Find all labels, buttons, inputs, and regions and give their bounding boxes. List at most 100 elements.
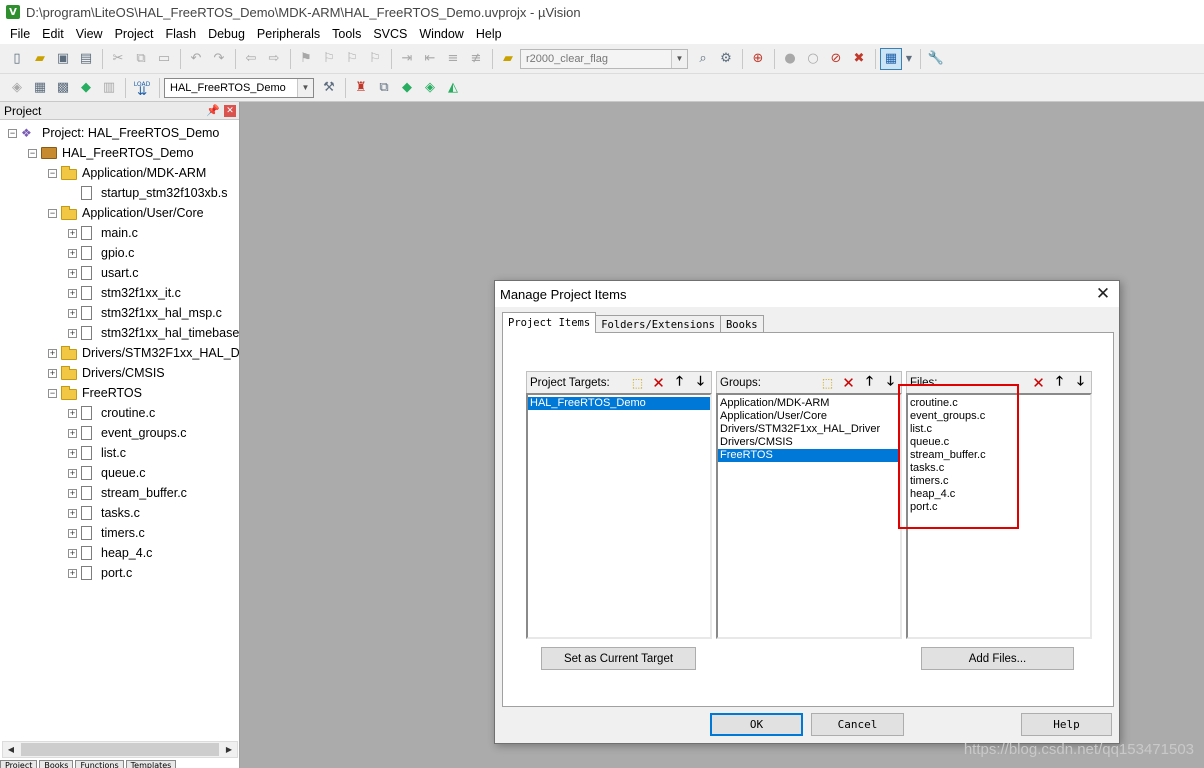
incremental-find-icon[interactable]: ⚙ — [715, 48, 737, 70]
manage-project-items-icon[interactable]: ♜ — [350, 77, 372, 99]
prev-bookmark-icon[interactable]: ⚐ — [318, 48, 340, 70]
chevron-down-icon[interactable]: ▼ — [671, 49, 687, 68]
horizontal-scrollbar[interactable]: ◀ ▶ — [2, 741, 238, 758]
manage-runtime-icon[interactable]: ◆ — [396, 77, 418, 99]
copy-icon[interactable]: ⧉ — [130, 48, 152, 70]
move-down-icon[interactable]: 🡓 — [1070, 373, 1091, 392]
indent-icon[interactable]: ⇥ — [396, 48, 418, 70]
move-down-icon[interactable]: 🡓 — [690, 373, 711, 392]
start-debug-icon[interactable]: ⊕ — [747, 48, 769, 70]
close-icon[interactable]: ✕ — [1093, 284, 1113, 304]
tree-item[interactable]: + tasks.c — [68, 503, 140, 523]
file-list-item[interactable]: heap_4.c — [908, 488, 1090, 501]
menu-help[interactable]: Help — [470, 24, 508, 44]
target-list-item[interactable]: HAL_FreeRTOS_Demo — [528, 397, 710, 410]
group-list-item[interactable]: Application/MDK-ARM — [718, 397, 900, 410]
collapse-icon[interactable]: − — [48, 208, 57, 218]
expand-icon[interactable]: + — [68, 228, 77, 238]
move-up-icon[interactable]: 🡑 — [1049, 373, 1070, 392]
batch-build-icon[interactable]: ◆ — [75, 77, 97, 99]
comment-icon[interactable]: ≡ — [442, 48, 464, 70]
tree-item[interactable]: + list.c — [68, 443, 126, 463]
pack-installer-icon[interactable]: ◈ — [419, 77, 441, 99]
tab-project[interactable]: Project — [0, 760, 38, 768]
cut-icon[interactable]: ✂ — [107, 48, 129, 70]
tree-item[interactable]: + port.c — [68, 563, 132, 583]
tab-templates[interactable]: Templates — [125, 760, 177, 768]
select-packs-icon[interactable]: ⧉ — [373, 77, 395, 99]
delete-icon[interactable]: ✕ — [1028, 373, 1049, 392]
menu-window[interactable]: Window — [413, 24, 469, 44]
tree-item[interactable]: + gpio.c — [68, 243, 134, 263]
new-item-icon[interactable]: ⬚ — [627, 373, 648, 392]
navigate-forward-icon[interactable]: ⇨ — [263, 48, 285, 70]
scroll-left-icon[interactable]: ◀ — [3, 742, 19, 757]
delete-icon[interactable]: ✕ — [838, 373, 859, 392]
move-up-icon[interactable]: 🡑 — [859, 373, 880, 392]
expand-icon[interactable]: + — [68, 548, 77, 558]
unindent-icon[interactable]: ⇤ — [419, 48, 441, 70]
group-list-item[interactable]: Drivers/STM32F1xx_HAL_Driver — [718, 423, 900, 436]
expand-icon[interactable]: + — [68, 288, 77, 298]
tree-item[interactable]: + timers.c — [68, 523, 145, 543]
open-file-icon[interactable]: ▰ — [29, 48, 51, 70]
expand-icon[interactable]: + — [68, 508, 77, 518]
file-list-item[interactable]: event_groups.c — [908, 410, 1090, 423]
move-down-icon[interactable]: 🡓 — [880, 373, 901, 392]
uncomment-icon[interactable]: ≢ — [465, 48, 487, 70]
tree-item[interactable]: − FreeRTOS — [48, 383, 142, 403]
expand-icon[interactable]: + — [68, 468, 77, 478]
tree-item[interactable]: + stm32f1xx_hal_timebase_ — [68, 323, 239, 343]
menu-file[interactable]: File — [4, 24, 36, 44]
cancel-button[interactable]: Cancel — [811, 713, 904, 736]
save-all-icon[interactable]: ▤ — [75, 48, 97, 70]
menu-flash[interactable]: Flash — [159, 24, 202, 44]
menu-tools[interactable]: Tools — [326, 24, 367, 44]
new-item-icon[interactable]: ⬚ — [817, 373, 838, 392]
groups-list[interactable]: Application/MDK-ARM Application/User/Core… — [716, 393, 902, 639]
tree-item[interactable]: + stm32f1xx_hal_msp.c — [68, 303, 222, 323]
menu-edit[interactable]: Edit — [36, 24, 70, 44]
tab-functions[interactable]: Functions — [75, 760, 124, 768]
disable-breakpoints-icon[interactable]: ⊘ — [825, 48, 847, 70]
insert-breakpoint-icon[interactable]: ● — [779, 48, 801, 70]
expand-icon[interactable]: + — [68, 528, 77, 538]
scrollbar-thumb[interactable] — [21, 743, 219, 756]
file-list-item[interactable]: stream_buffer.c — [908, 449, 1090, 462]
configure-wrench-icon[interactable]: 🔧 — [925, 48, 947, 70]
tree-item[interactable]: + main.c — [68, 223, 138, 243]
clear-bookmarks-icon[interactable]: ⚐ — [364, 48, 386, 70]
target-options-icon[interactable]: ⚒ — [318, 77, 340, 99]
tree-item[interactable]: + queue.c — [68, 463, 145, 483]
menu-debug[interactable]: Debug — [202, 24, 251, 44]
file-list-item[interactable]: queue.c — [908, 436, 1090, 449]
tree-item[interactable]: startup_stm32f103xb.s — [68, 183, 227, 203]
chevron-down-icon[interactable]: ▼ — [903, 48, 915, 70]
collapse-icon[interactable]: − — [8, 128, 17, 138]
tree-item[interactable]: + stream_buffer.c — [68, 483, 187, 503]
redo-icon[interactable]: ↷ — [208, 48, 230, 70]
expand-icon[interactable]: + — [68, 408, 77, 418]
collapse-icon[interactable]: − — [48, 388, 57, 398]
expand-icon[interactable]: + — [68, 448, 77, 458]
file-list-item[interactable]: list.c — [908, 423, 1090, 436]
target-select[interactable]: HAL_FreeRTOS_Demo ▼ — [164, 77, 314, 98]
find-in-files-icon[interactable]: ▰ — [497, 48, 519, 70]
group-list-item[interactable]: FreeRTOS — [718, 449, 900, 462]
tree-item[interactable]: + event_groups.c — [68, 423, 186, 443]
tree-item[interactable]: + usart.c — [68, 263, 139, 283]
group-list-item[interactable]: Application/User/Core — [718, 410, 900, 423]
chevron-down-icon[interactable]: ▼ — [297, 78, 313, 97]
files-list[interactable]: croutine.c event_groups.c list.c queue.c str… — [906, 393, 1092, 639]
close-icon[interactable]: ✕ — [224, 104, 236, 117]
file-list-item[interactable]: croutine.c — [908, 397, 1090, 410]
help-button[interactable]: Help — [1021, 713, 1112, 736]
tree-item[interactable]: + Drivers/STM32F1xx_HAL_Driv — [48, 343, 239, 363]
tab-folders-extensions[interactable]: Folders/Extensions — [595, 315, 721, 333]
menu-view[interactable]: View — [70, 24, 109, 44]
tab-project-items[interactable]: Project Items — [502, 312, 597, 333]
expand-icon[interactable]: + — [68, 568, 77, 578]
download-load-icon[interactable]: LOAD ⇊ — [130, 77, 154, 99]
delete-icon[interactable]: ✕ — [648, 373, 669, 392]
file-list-item[interactable]: tasks.c — [908, 462, 1090, 475]
